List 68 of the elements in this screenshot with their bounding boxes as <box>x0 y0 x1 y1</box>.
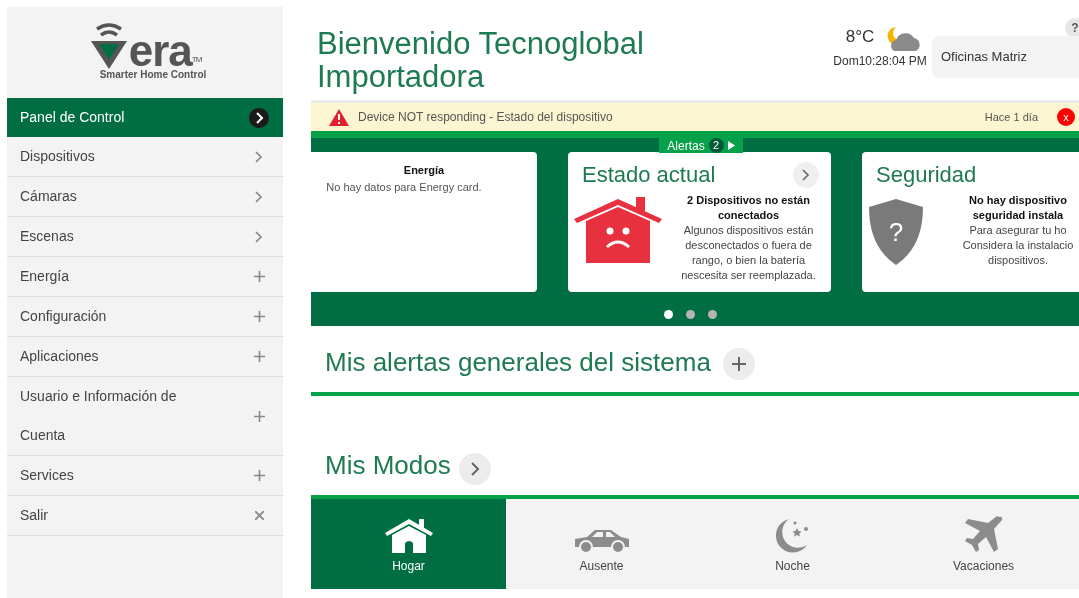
add-button[interactable] <box>722 348 755 380</box>
sidebar-item[interactable]: Escenas <box>7 217 283 257</box>
plus-icon <box>253 470 265 481</box>
sidebar-item[interactable]: Configuración <box>7 297 283 337</box>
card-heading: 2 Dispositivos no están <box>687 193 810 208</box>
card-text: nescesita ser reemplazada. <box>681 268 816 283</box>
warning-icon <box>329 108 349 126</box>
card-text: Considera la instalacio <box>962 238 1074 253</box>
sidebar-item[interactable]: Aplicaciones <box>7 337 283 377</box>
mode-button[interactable]: Hogar <box>311 499 506 589</box>
mode-button[interactable]: Ausente <box>506 499 697 589</box>
plus-icon <box>253 271 265 282</box>
card-heading: Energía <box>403 163 445 178</box>
alerts-label: Alertas <box>667 137 705 155</box>
mode-button[interactable]: Noche <box>697 499 888 589</box>
sidebar-item[interactable]: Energía <box>7 257 283 297</box>
count-badge: 2 <box>708 138 724 153</box>
plus-icon <box>731 357 746 371</box>
logo-tagline: Smarter Home Control <box>99 68 207 82</box>
car-icon <box>572 527 631 553</box>
card-text: dispositivos. <box>988 253 1048 268</box>
card-heading: seguridad instala <box>972 208 1064 223</box>
section-title: Mis alertas generales del sistema <box>325 346 711 379</box>
house-icon <box>384 517 433 553</box>
play-arrow-icon <box>727 141 735 150</box>
help-button[interactable]: ? <box>1065 18 1079 38</box>
chevron-right-icon <box>469 462 480 476</box>
location-selector[interactable]: Oficinas Matriz <box>932 36 1079 78</box>
card-title: Estado actual <box>582 161 716 189</box>
chevron-right-icon <box>255 190 263 203</box>
sidebar-item[interactable]: Services <box>7 456 283 496</box>
card-heading: No hay dispositivo <box>969 193 1067 208</box>
plus-icon <box>253 311 265 322</box>
logo-icon <box>88 23 129 71</box>
sidebar-item[interactable]: Cámaras <box>7 177 283 217</box>
chevron-right-icon <box>249 107 269 128</box>
alerts-tab[interactable]: Alertas 2 <box>659 138 743 153</box>
close-icon <box>254 511 264 520</box>
sidebar-item[interactable]: Salir <box>7 496 283 536</box>
expand-button[interactable] <box>458 453 491 485</box>
dismiss-button[interactable]: x <box>1057 108 1075 126</box>
airplane-icon <box>963 515 1004 553</box>
welcome-title: Bienvenido Tecnoglobal Importadora <box>317 27 645 93</box>
plus-icon <box>253 410 265 422</box>
section-title: Mis Modos <box>325 449 451 482</box>
next-button[interactable] <box>793 161 819 188</box>
sidebar-item[interactable]: Usuario e Información de Cuenta <box>7 377 283 456</box>
sidebar-item[interactable]: Panel de Control <box>7 98 283 137</box>
question-mark: ? <box>888 217 904 247</box>
plus-icon <box>253 351 265 362</box>
sad-house-icon <box>574 197 662 263</box>
chevron-right-icon <box>802 168 810 181</box>
card-text: desconectados o fuera de <box>685 238 812 253</box>
chevron-right-icon <box>255 230 263 243</box>
card-heading: conectados <box>717 208 780 223</box>
card-text: rango, o bien la batería <box>691 253 806 268</box>
mode-button[interactable]: Vacaciones <box>888 499 1079 589</box>
temperature: 8°C <box>845 27 875 47</box>
card-text: Algunos dispositivos están <box>683 223 814 238</box>
alert-time: Hace 1 día <box>984 109 1038 125</box>
card-title: Seguridad <box>876 161 977 189</box>
chevron-right-icon <box>255 150 263 163</box>
date-time: Dom10:28:04 PM <box>833 53 927 70</box>
alert-message: Device NOT responding - Estado del dispositivo <box>358 109 613 126</box>
sidebar-item[interactable]: Dispositivos <box>7 137 283 177</box>
card-text: No hay datos para Energy card. <box>326 179 482 195</box>
card-text: Para asegurar tu ho <box>969 223 1067 238</box>
moon-stars-icon <box>774 519 811 553</box>
